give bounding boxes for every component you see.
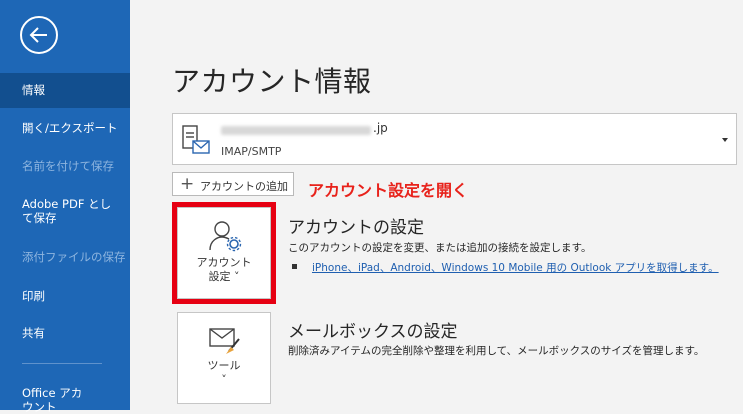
mailbox-tools-tile-label-2: ˅ [221,373,227,386]
back-button[interactable] [20,16,58,54]
mail-account-icon [182,125,210,154]
add-account-button[interactable]: + アカウントの追加 [172,172,294,196]
mailbox-tools-tile-label: ツール [207,359,241,372]
nav-item-share[interactable]: 共有 [0,326,130,340]
nav-item-save-as[interactable]: 名前を付けて保存 [0,159,130,173]
account-type: IMAP/SMTP [221,145,282,158]
nav-item-save-attachments[interactable]: 添付ファイルの保存 [0,250,130,264]
bullet-icon [292,264,297,269]
nav-item-print[interactable]: 印刷 [0,289,130,303]
mailbox-tools-button[interactable]: ツール ˅ [177,312,271,404]
page-title: アカウント情報 [172,65,372,98]
nav-item-info[interactable]: 情報 [0,73,130,108]
account-selector[interactable]: .jp IMAP/SMTP [172,113,737,165]
account-email-redacted [221,126,371,135]
mailbox-tools-icon [209,328,240,354]
backstage-sidebar: 情報 開く/エクスポート 名前を付けて保存 Adobe PDF として保存 添付… [0,0,130,414]
main-content: アカウント情報 .jp IMAP/SMTP + アカウントの追加 アカウント設定… [130,0,743,410]
add-account-label: アカウントの追加 [200,180,288,193]
account-settings-description: このアカウントの設定を変更、または追加の接続を設定します。 [288,242,592,254]
nav-item-adobe-pdf[interactable]: Adobe PDF として保存 [0,197,118,225]
account-settings-title: アカウントの設定 [288,218,424,238]
mailbox-settings-description: 削除済みアイテムの完全削除や整理を利用して、メールボックスのサイズを管理します。 [288,345,705,357]
account-email-suffix: .jp [373,121,388,135]
plus-icon: + [180,174,195,194]
nav-item-open-export[interactable]: 開く/エクスポート [0,121,130,135]
chevron-down-icon [722,138,728,142]
highlight-box [172,202,276,304]
back-arrow-icon [29,27,47,43]
mailbox-settings-title: メールボックスの設定 [288,322,458,342]
outlook-app-link[interactable]: iPhone、iPad、Android、Windows 10 Mobile 用の… [312,260,719,275]
nav-divider [22,363,102,364]
annotation-text: アカウント設定を開く [308,181,469,200]
